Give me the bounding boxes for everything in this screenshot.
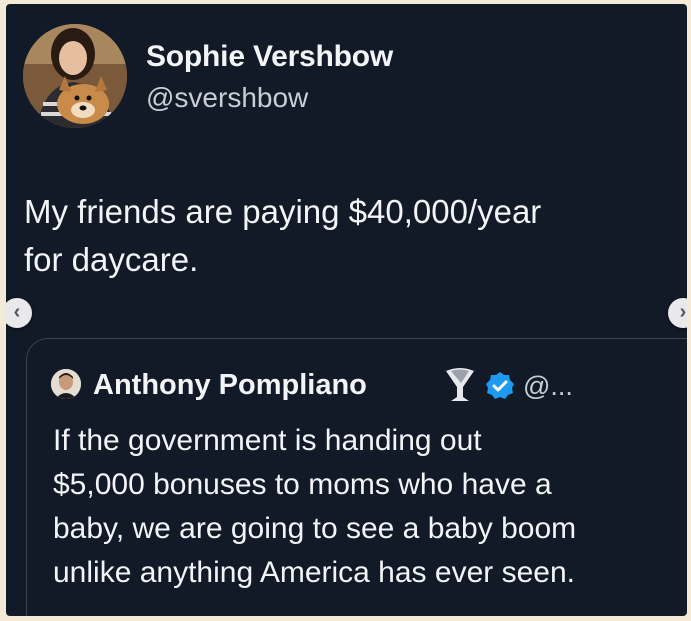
quoted-tweet-text-line: If the government is handing out bbox=[53, 424, 482, 457]
chevron-left-icon[interactable]: ‹ bbox=[6, 298, 32, 328]
author-avatar-image bbox=[23, 24, 127, 128]
quoted-author-name[interactable]: Anthony Pompliano bbox=[93, 369, 367, 402]
quoted-tweet-text-line: baby, we are going to see a baby boom bbox=[53, 512, 577, 545]
author-handle[interactable]: @svershbow bbox=[146, 82, 308, 114]
quoted-author-avatar[interactable] bbox=[51, 369, 81, 399]
quoted-tweet-text-line: $5,000 bonuses to moms who have a bbox=[53, 468, 552, 501]
verified-badge-icon bbox=[485, 371, 515, 401]
quoted-author-avatar-image bbox=[51, 369, 81, 399]
quoted-tweet-text: If the government is handing out $5,000 … bbox=[53, 419, 687, 595]
tweet-text: My friends are paying $40,000/year for d… bbox=[24, 188, 674, 284]
quoted-tweet-text-line: unlike anything America has ever seen. bbox=[53, 556, 575, 589]
quoted-tweet-card[interactable]: Anthony Pompliano @... If the government… bbox=[26, 338, 687, 616]
quoted-author-handle[interactable]: @... bbox=[523, 371, 573, 402]
tweet-text-line: My friends are paying $40,000/year bbox=[24, 193, 542, 230]
trophy-badge-icon bbox=[443, 365, 477, 405]
tweet-screenshot: Sophie Vershbow @svershbow My friends ar… bbox=[6, 4, 687, 616]
tweet-text-line: for daycare. bbox=[24, 241, 199, 278]
chevron-right-icon[interactable]: › bbox=[668, 298, 687, 328]
author-name[interactable]: Sophie Vershbow bbox=[146, 40, 393, 74]
author-avatar[interactable] bbox=[23, 24, 127, 128]
